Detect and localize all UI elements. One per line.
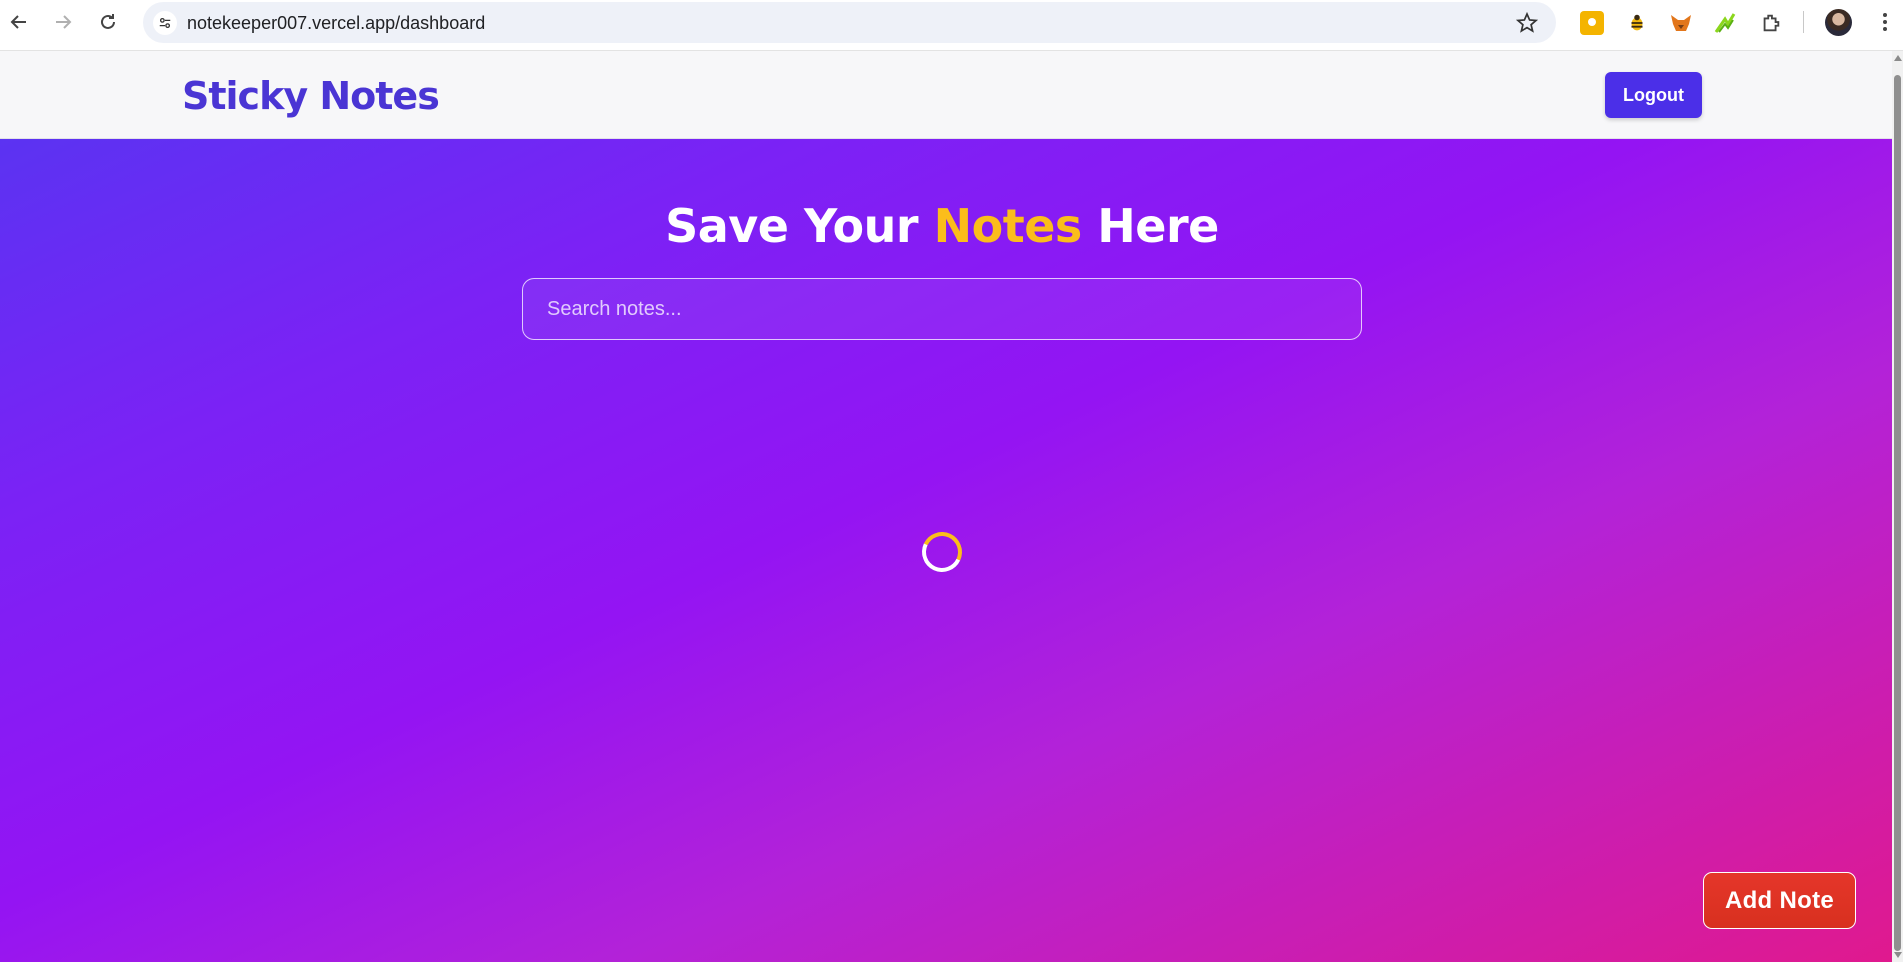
scroll-down-icon[interactable]: [1894, 952, 1902, 958]
back-icon[interactable]: [6, 9, 32, 35]
search-input[interactable]: [522, 278, 1362, 340]
extensions-icon[interactable]: [1759, 11, 1783, 35]
hero-suffix: Here: [1081, 199, 1219, 253]
hero-accent: Notes: [933, 199, 1083, 253]
fox-extension-icon[interactable]: [1669, 11, 1693, 35]
scroll-up-icon[interactable]: [1894, 55, 1902, 61]
address-bar[interactable]: notekeeper007.vercel.app/dashboard: [143, 2, 1556, 43]
profile-avatar[interactable]: [1825, 9, 1852, 36]
hero-prefix: Save Your: [665, 199, 934, 253]
page-scrollbar[interactable]: [1892, 51, 1903, 962]
browser-toolbar: notekeeper007.vercel.app/dashboard: [0, 0, 1903, 51]
loading-spinner-icon: [916, 526, 968, 578]
scroll-thumb[interactable]: [1894, 75, 1901, 951]
page-title: Save Your Notes Here: [0, 199, 1884, 253]
add-note-button[interactable]: Add Note: [1703, 872, 1856, 929]
logout-button[interactable]: Logout: [1605, 72, 1702, 118]
chart-extension-icon[interactable]: [1713, 11, 1737, 35]
brand-logo[interactable]: Sticky Notes: [182, 74, 440, 118]
site-info-icon[interactable]: [153, 11, 177, 35]
menu-icon[interactable]: [1877, 9, 1893, 35]
keep-extension-icon[interactable]: [1580, 11, 1604, 35]
url-text[interactable]: notekeeper007.vercel.app/dashboard: [187, 13, 485, 34]
reload-icon[interactable]: [95, 9, 121, 35]
app-header: Sticky Notes Logout: [0, 51, 1892, 139]
dashboard-main: Save Your Notes Here Add Note: [0, 139, 1892, 962]
bookmark-star-icon[interactable]: [1515, 11, 1539, 34]
toolbar-divider: [1803, 11, 1804, 33]
forward-icon[interactable]: [50, 9, 76, 35]
bee-extension-icon[interactable]: [1625, 11, 1649, 35]
